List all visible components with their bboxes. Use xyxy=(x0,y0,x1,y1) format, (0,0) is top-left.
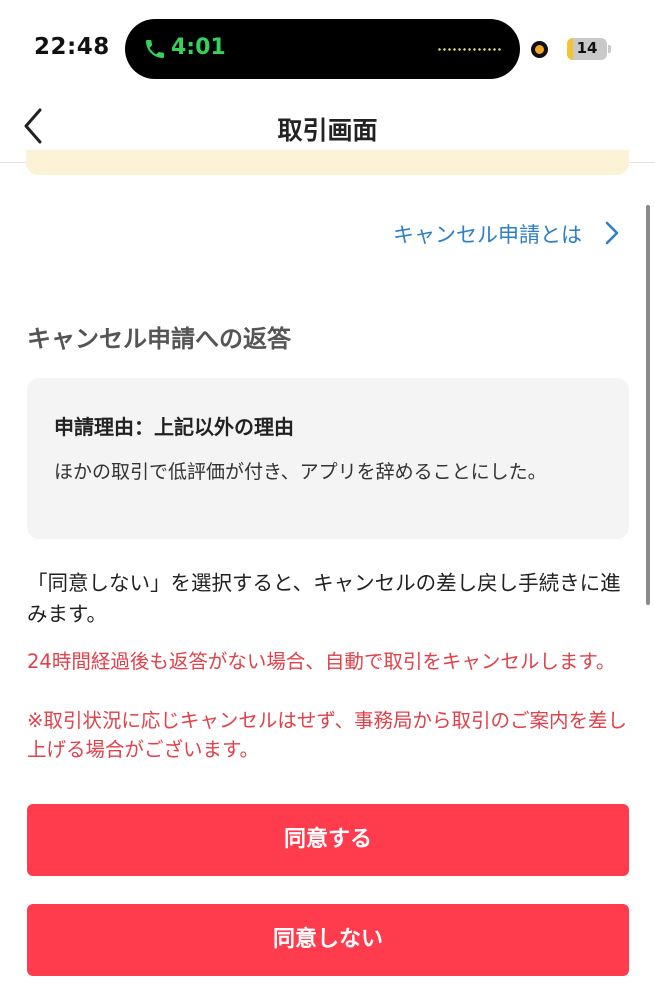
notice-panel xyxy=(26,150,629,175)
reason-card: 申請理由：上記以外の理由 ほかの取引で低評価が付き、アプリを辞めることにした。 xyxy=(27,378,629,539)
reason-title: 申請理由：上記以外の理由 xyxy=(54,415,294,439)
chevron-right-icon[interactable] xyxy=(604,220,620,246)
status-time: 22:48 xyxy=(34,34,110,60)
disagree-explanation: 「同意しない」を選択すると、キャンセルの差し戻し手続きに進みます。 xyxy=(27,571,621,626)
office-guidance-note: ※取引状況に応じキャンセルはせず、事務局から取引のご案内を差し上げる場合がござい… xyxy=(27,709,627,761)
scrollbar[interactable] xyxy=(646,205,650,605)
disagree-button[interactable]: 同意しない xyxy=(27,904,629,976)
auto-cancel-warning: 24時間経過後も返答がない場合、自動で取引をキャンセルします。 xyxy=(27,650,616,673)
orange-indicator-dot xyxy=(531,41,548,58)
section-title: キャンセル申請への返答 xyxy=(27,325,291,353)
cancel-request-help-link[interactable]: キャンセル申請とは xyxy=(393,219,582,249)
call-timer: 4:01 xyxy=(171,35,226,60)
battery-cap xyxy=(608,45,611,53)
battery-icon: 14 xyxy=(567,38,607,60)
phone-icon xyxy=(146,40,164,58)
dynamic-island[interactable]: 4:01 xyxy=(125,19,520,79)
agree-button[interactable]: 同意する xyxy=(27,804,629,876)
page-title: 取引画面 xyxy=(277,116,378,145)
battery-level: 14 xyxy=(576,39,598,57)
audio-waveform-icon xyxy=(437,48,501,51)
reason-body: ほかの取引で低評価が付き、アプリを辞めることにした。 xyxy=(54,461,547,483)
